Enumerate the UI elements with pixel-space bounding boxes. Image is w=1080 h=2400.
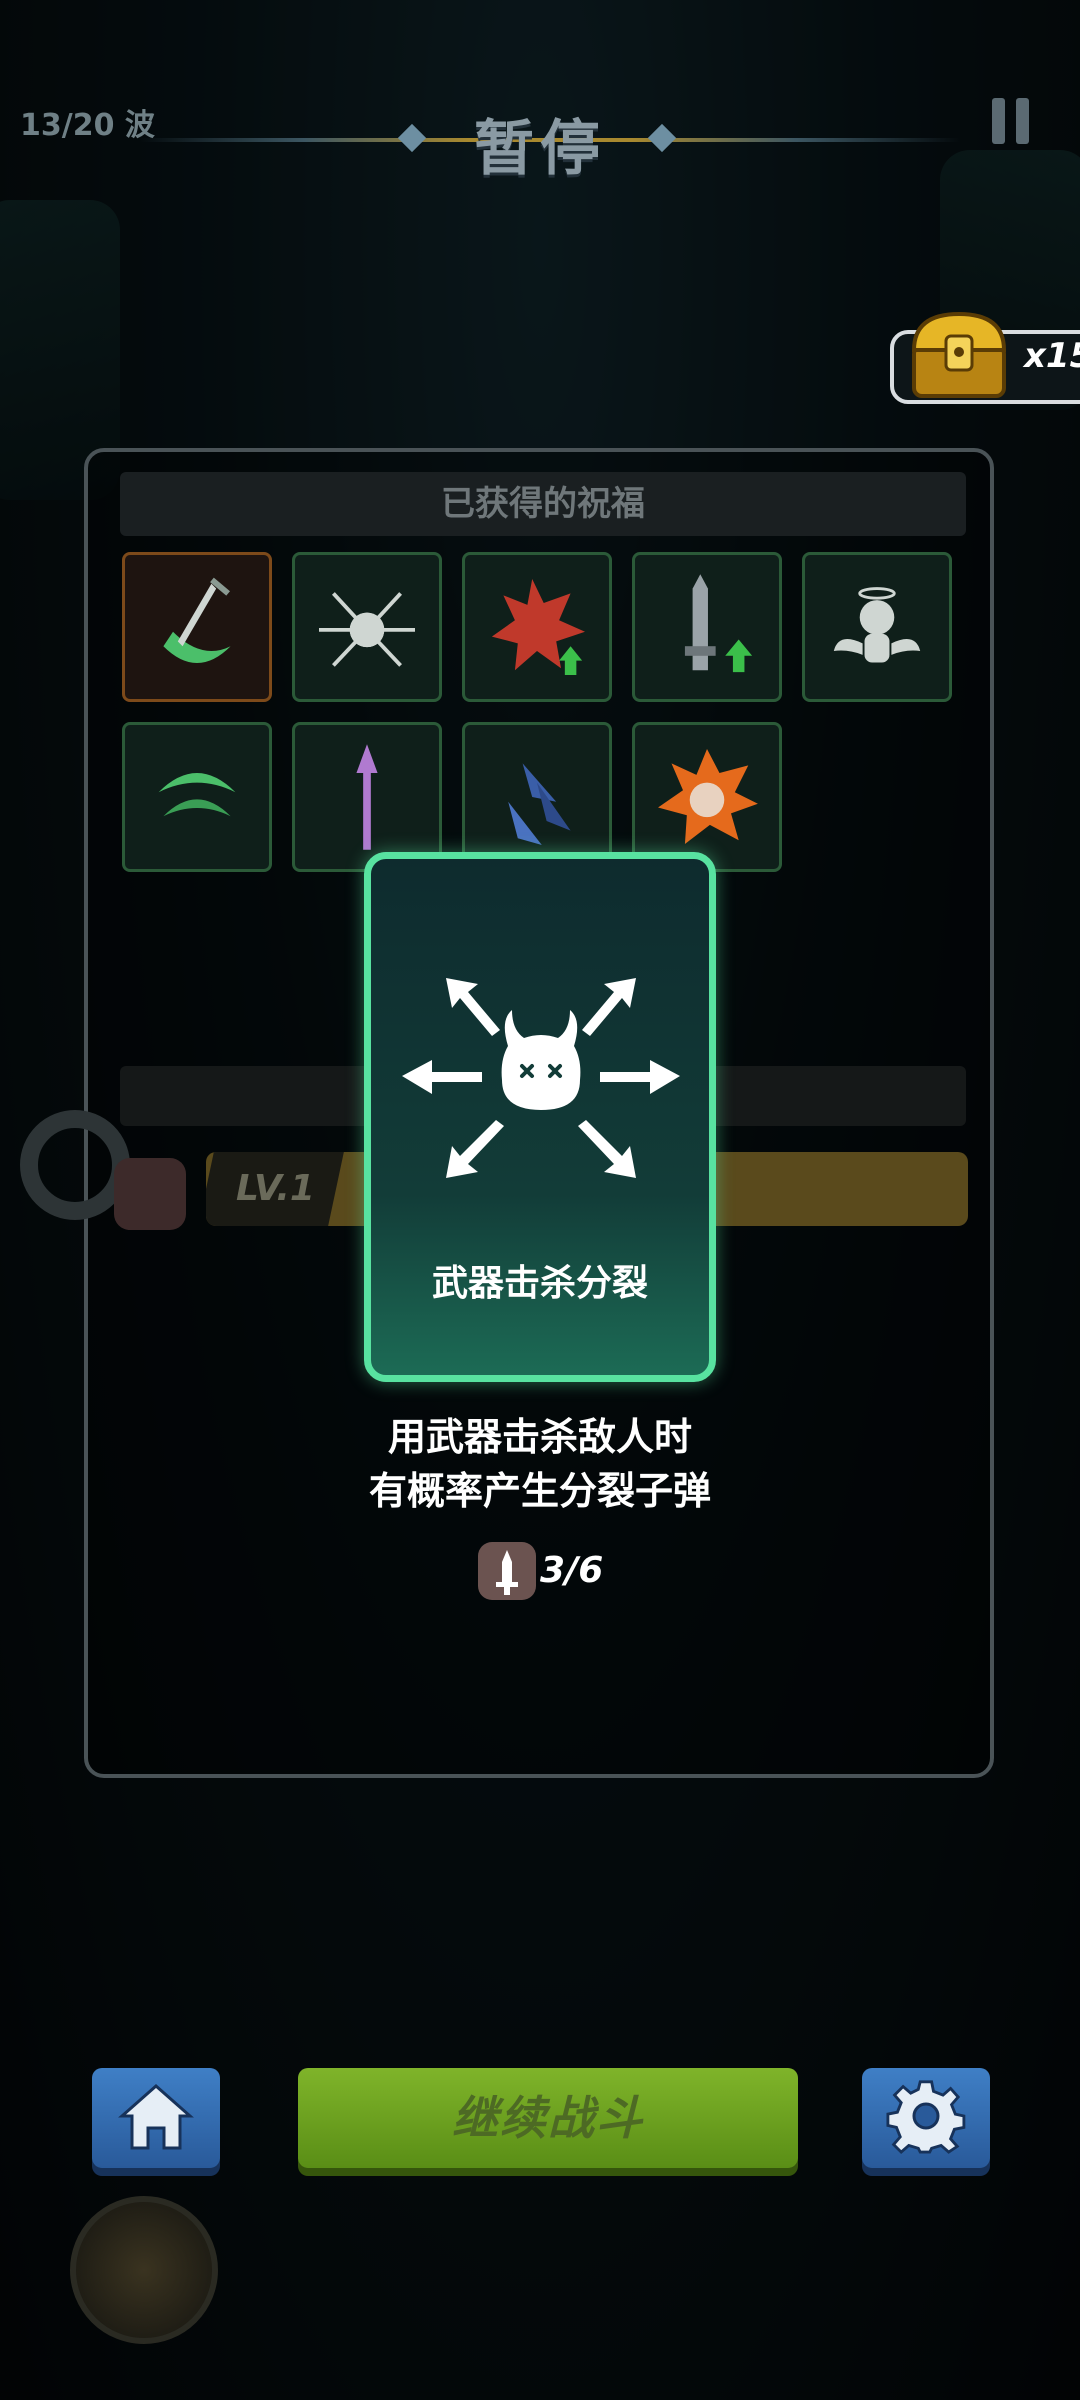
blessing-description-line1: 用武器击杀敌人时	[387, 1415, 692, 1459]
blessings-header: 已获得的祝福	[120, 472, 966, 536]
green-crescent-icon	[158, 773, 236, 817]
blessing-slot-sword-slash[interactable]	[122, 552, 272, 702]
continue-battle-button[interactable]: 继续战斗	[298, 2068, 798, 2168]
dagger-icon	[496, 1550, 518, 1595]
kill-split-icon	[402, 978, 680, 1178]
weapon-count: 3/6	[540, 1550, 604, 1591]
settings-button[interactable]	[862, 2068, 990, 2168]
blessing-slot-green-crescent[interactable]	[122, 722, 272, 872]
kill-split-small-icon	[319, 592, 415, 667]
blue-shards-icon	[508, 763, 571, 845]
gear-icon	[886, 2080, 966, 2155]
purple-arrow-icon	[356, 744, 378, 850]
blessing-slot-explosion-up[interactable]	[462, 552, 612, 702]
blessing-description-line2: 有概率产生分裂子弹	[368, 1469, 711, 1513]
skull-explosion-icon	[658, 749, 758, 845]
pause-button[interactable]	[992, 98, 1032, 148]
sword-slash-icon	[163, 577, 231, 663]
blessing-slot-purple-arrow[interactable]	[292, 722, 442, 872]
home-icon	[118, 2083, 194, 2150]
pause-title: 暂停	[474, 114, 606, 184]
chest-count-text: x15	[1024, 336, 1080, 376]
weapon-level-label: LV.1	[236, 1168, 315, 1209]
blessing-slot-angel[interactable]	[802, 552, 952, 702]
weapon-count-icon	[478, 1542, 536, 1600]
blessing-slot-attack-up[interactable]	[632, 552, 782, 702]
angel-icon	[833, 587, 921, 663]
treasure-chest-icon	[911, 311, 1007, 398]
pause-icon-bar-right	[1016, 98, 1029, 144]
weapon-level-icon	[114, 1158, 186, 1230]
blessing-name: 武器击杀分裂	[431, 1263, 648, 1304]
skill-orb[interactable]	[70, 2196, 218, 2344]
explosion-attack-up-icon	[491, 579, 585, 675]
pause-icon-bar-left	[992, 98, 1005, 144]
blessing-description: 用武器击杀敌人时 有概率产生分裂子弹	[0, 1410, 1080, 1518]
blessing-slot-kill-split[interactable]	[292, 552, 442, 702]
blessing-slot-skull-explosion[interactable]	[632, 722, 782, 872]
home-button[interactable]	[92, 2068, 220, 2168]
attack-up-icon	[684, 574, 753, 673]
blessing-slot-blue-shards[interactable]	[462, 722, 612, 872]
